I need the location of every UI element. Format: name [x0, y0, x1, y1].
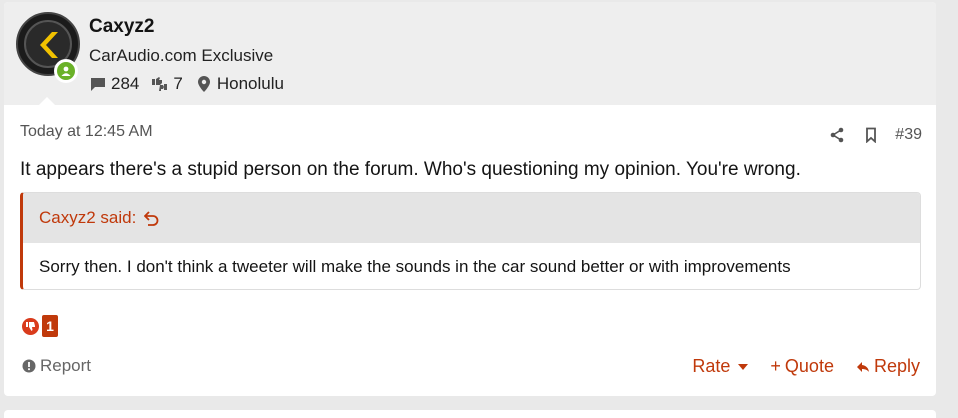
user-title: CarAudio.com Exclusive [89, 46, 274, 65]
post-date[interactable]: Today at 12:45 AM [20, 123, 153, 141]
post-tools: #39 [811, 126, 922, 144]
rate-button[interactable]: Rate [692, 356, 749, 377]
message-count-value: 284 [111, 74, 140, 93]
next-post [4, 410, 936, 418]
header-pointer [38, 97, 56, 106]
quote-text: Sorry then. I don't think a tweeter will… [39, 257, 791, 276]
bookmark-icon[interactable] [863, 127, 879, 143]
reply-button[interactable]: Reply [856, 356, 920, 377]
message-count[interactable]: 284 [89, 74, 139, 94]
username[interactable]: Caxyz2 [89, 16, 155, 38]
quote-header[interactable]: Caxyz2 said: [23, 193, 920, 243]
rate-label: Rate [692, 356, 731, 376]
post-user-header: Caxyz2 CarAudio.com Exclusive 284 7 Hono… [4, 2, 936, 106]
user-stats: 284 7 Honolulu [89, 74, 296, 94]
report-label: Report [40, 356, 92, 375]
reaction-bar[interactable]: 1 [22, 315, 58, 337]
quote-block: Caxyz2 said: Sorry then. I don't think a… [20, 192, 921, 290]
messages-icon [89, 75, 107, 93]
chevron-down-icon [738, 363, 749, 370]
reaction-count[interactable]: 1 [42, 315, 58, 337]
reply-icon [856, 361, 869, 372]
reply-label: Reply [873, 356, 920, 376]
forum-post: Caxyz2 CarAudio.com Exclusive 284 7 Hono… [4, 2, 936, 396]
post-message: It appears there's a stupid person on th… [20, 159, 801, 180]
report-link[interactable]: Report [22, 356, 91, 376]
quote-author: Caxyz2 said: [39, 208, 137, 227]
avatar-logo-icon [40, 32, 58, 58]
reaction-score-value: 7 [173, 74, 183, 93]
post-actions: Rate + Quote Reply [670, 356, 920, 377]
online-status-icon [54, 59, 78, 83]
reaction-score[interactable]: 7 [151, 74, 183, 94]
thumbs-mixed-icon [151, 75, 169, 93]
thumbs-down-icon [22, 317, 39, 335]
user-location-value: Honolulu [216, 74, 284, 93]
quote-label: Quote [784, 356, 834, 376]
map-pin-icon [195, 75, 213, 93]
quote-button[interactable]: + Quote [770, 356, 834, 377]
post-number[interactable]: #39 [895, 126, 922, 144]
share-icon[interactable] [829, 127, 845, 143]
user-location[interactable]: Honolulu [195, 74, 284, 94]
alert-icon [22, 359, 36, 373]
go-to-quote-icon[interactable] [144, 210, 159, 226]
plus-icon: + [770, 356, 781, 376]
